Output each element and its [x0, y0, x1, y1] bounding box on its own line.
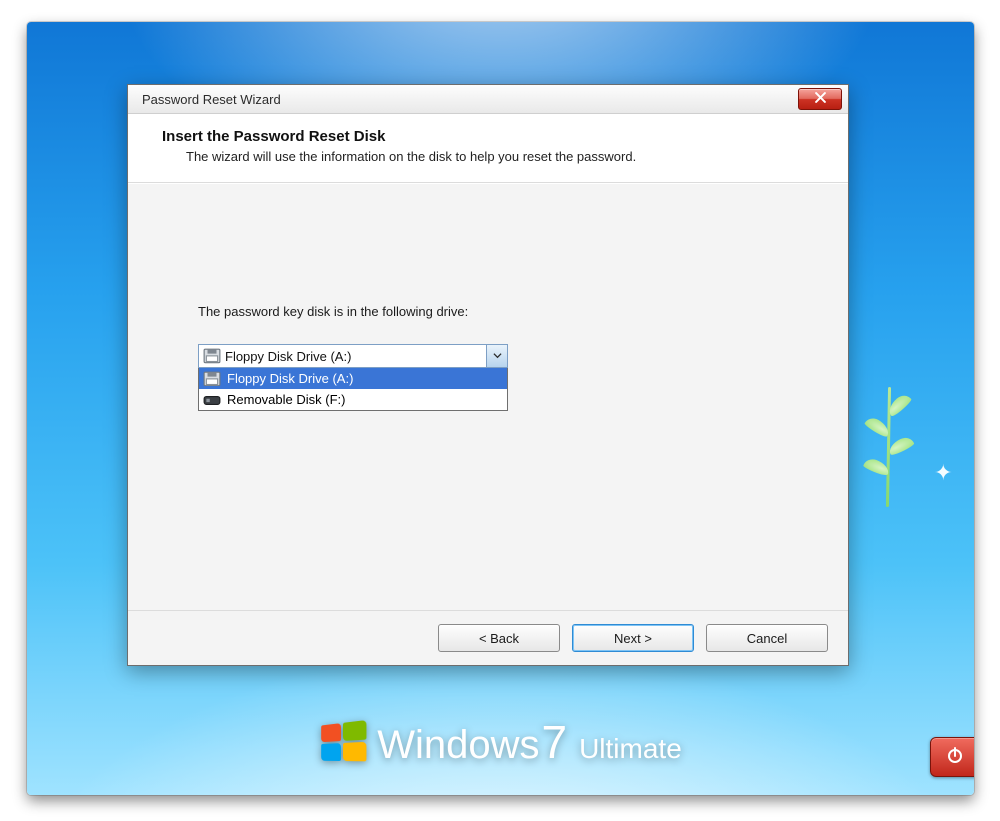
close-button[interactable] [798, 88, 842, 110]
drive-combobox-list: Floppy Disk Drive (A:) Removable Disk (F… [198, 368, 508, 411]
button-label: < Back [479, 631, 519, 646]
button-label: Cancel [747, 631, 787, 646]
wizard-step-title: Insert the Password Reset Disk [162, 128, 826, 145]
brand-windows: Windows [377, 723, 539, 768]
back-button[interactable]: < Back [438, 624, 560, 652]
removable-disk-icon [203, 393, 221, 407]
cancel-button[interactable]: Cancel [706, 624, 828, 652]
wizard-step-subtitle: The wizard will use the information on t… [186, 149, 826, 164]
drive-combobox-value: Floppy Disk Drive (A:) [221, 349, 486, 364]
brand-seven: 7 [541, 715, 567, 769]
wizard-body: The password key disk is in the followin… [128, 183, 848, 610]
windows-branding-text: Windows 7 Ultimate [377, 715, 682, 769]
drive-option-label: Floppy Disk Drive (A:) [221, 371, 353, 386]
drive-option-floppy-a[interactable]: Floppy Disk Drive (A:) [199, 368, 507, 389]
wallpaper-plant-decoration [849, 367, 929, 527]
chevron-down-icon [493, 347, 502, 365]
brand-edition: Ultimate [579, 733, 682, 765]
wizard-button-row: < Back Next > Cancel [128, 610, 848, 665]
wallpaper-bird-decoration: ✦ [934, 460, 952, 486]
next-button[interactable]: Next > [572, 624, 694, 652]
desktop-frame: ✦ Password Reset Wizard Insert the Passw… [27, 22, 974, 795]
floppy-icon [203, 372, 221, 386]
close-icon [815, 90, 826, 108]
drive-combobox[interactable]: Floppy Disk Drive (A:) Floppy Disk Drive… [198, 344, 508, 411]
windows-logo-icon [321, 720, 366, 761]
drive-option-removable-f[interactable]: Removable Disk (F:) [199, 389, 507, 410]
drive-combobox-field[interactable]: Floppy Disk Drive (A:) [198, 344, 508, 368]
dialog-title: Password Reset Wizard [142, 92, 798, 107]
wizard-header: Insert the Password Reset Disk The wizar… [128, 114, 848, 183]
dialog-titlebar[interactable]: Password Reset Wizard [128, 85, 848, 114]
drive-combobox-arrow[interactable] [486, 345, 507, 367]
button-label: Next > [614, 631, 652, 646]
floppy-icon [203, 349, 221, 363]
windows-branding: Windows 7 Ultimate [27, 715, 974, 769]
password-reset-wizard-dialog: Password Reset Wizard Insert the Passwor… [127, 84, 849, 666]
power-button[interactable] [930, 737, 974, 777]
drive-prompt-label: The password key disk is in the followin… [198, 304, 468, 319]
drive-option-label: Removable Disk (F:) [221, 392, 345, 407]
power-icon [945, 745, 965, 770]
